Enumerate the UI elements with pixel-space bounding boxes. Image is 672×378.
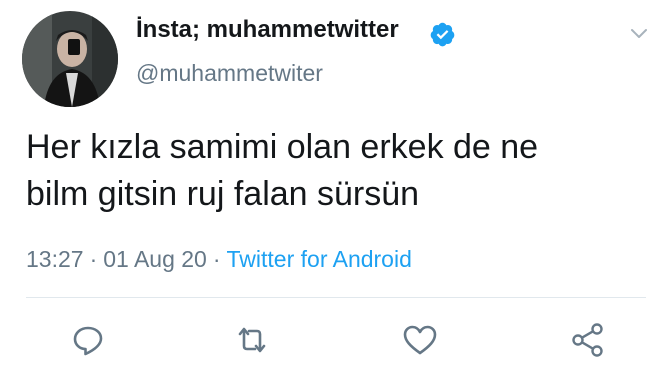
display-name[interactable]: İnsta; muhammetwitter [136,14,399,46]
tweet-time: 13:27 [26,246,84,272]
divider [26,297,646,298]
avatar[interactable] [22,11,118,107]
tweet-metadata: 13:27 · 01 Aug 20 · Twitter for Android [26,244,412,274]
retweet-icon [238,327,266,353]
separator: · [212,246,221,272]
reply-icon [73,326,103,356]
retweet-button[interactable] [232,320,272,360]
tweet-text: Her kızla samimi olan erkek de ne bilm g… [26,124,646,218]
reply-button[interactable] [68,320,108,360]
profile-photo [22,11,118,107]
separator: · [89,246,98,272]
tweet-text-line: bilm gitsin ruj falan sürsün [26,175,420,213]
tweet-date: 01 Aug 20 [103,246,207,272]
share-button[interactable] [568,320,608,360]
heart-icon [403,325,437,355]
share-icon [572,323,603,357]
verified-badge-icon [429,21,456,48]
source-link[interactable]: Twitter for Android [227,246,412,272]
like-button[interactable] [400,320,440,360]
chevron-down-icon[interactable] [626,20,652,46]
handle[interactable]: @muhammetwiter [136,58,323,88]
tweet-text-line: Her kızla samimi olan erkek de ne [26,128,539,166]
